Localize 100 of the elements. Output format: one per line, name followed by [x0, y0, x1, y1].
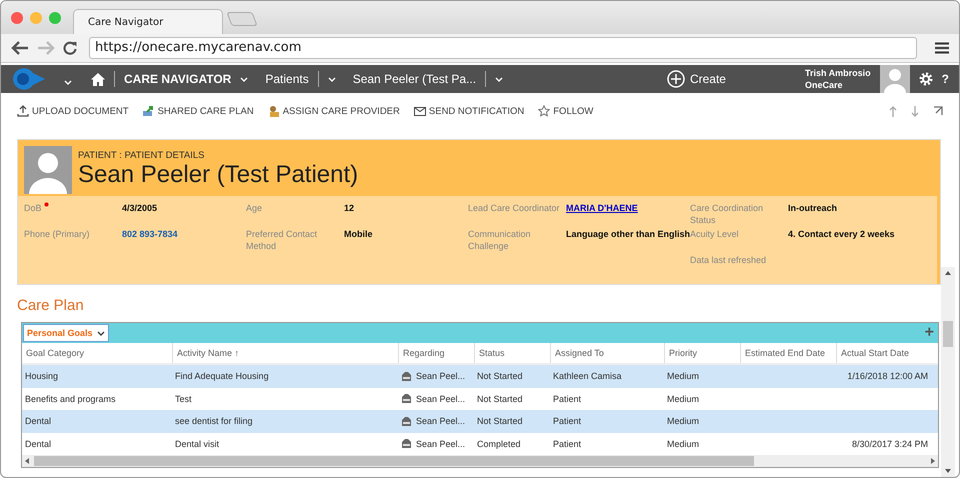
command-button[interactable]: UPLOAD DOCUMENT [17, 105, 129, 117]
field-value: 4/3/2005 [122, 202, 158, 215]
scroll-down-icon[interactable] [943, 467, 953, 475]
entity-breadcrumb: PATIENT : PATIENT DETAILS [78, 150, 206, 161]
user-organization: OneCare [804, 79, 844, 91]
scroll-up-icon[interactable] [943, 269, 953, 277]
table-cell: Medium [667, 416, 700, 426]
field-label: Communication Challenge [468, 228, 532, 252]
section-title: Care Plan [17, 297, 85, 314]
patient-name: Sean Peeler (Test Patient) [78, 161, 358, 189]
phone-link[interactable]: 802 893-7834 [122, 228, 246, 254]
table-cell: Not Started [477, 416, 523, 426]
record-link[interactable]: Sean Peeler (Test Pa... [352, 72, 476, 86]
table-row[interactable]: Benefits and programs Test Sean Peel... Not Started Patient Medium [22, 388, 938, 410]
table-row[interactable]: Dental Dental visit Sean Peel... Completed Patient Medium 8/30/2017 3:24 PM [22, 432, 938, 455]
table-cell: Patient [553, 416, 582, 426]
menu-icon[interactable] [935, 42, 949, 54]
column-header[interactable]: Priority [664, 343, 740, 363]
command-button[interactable]: ASSIGN CARE PROVIDER [268, 105, 400, 117]
table-cell: Completed [477, 438, 521, 449]
record-icon [401, 393, 412, 404]
column-header[interactable]: Goal Category [22, 343, 172, 363]
table-cell: Sean Peel... [416, 416, 466, 426]
field-value: 4. Contact every 2 weeks [788, 228, 896, 241]
table-cell: Dental visit [175, 438, 220, 449]
table-cell: Sean Peel... [416, 371, 466, 382]
table-cell: Housing [25, 371, 58, 382]
area-link[interactable]: Patients [265, 72, 309, 86]
back-icon[interactable] [11, 41, 29, 55]
column-header[interactable]: Activity Name ↑ [172, 343, 398, 363]
required-icon [44, 202, 49, 207]
table-row[interactable]: Housing Find Adequate Housing Sean Peel... Not Started Kathleen Camisa Medium 1/16/2018 12:00 AM [22, 365, 938, 388]
horizontal-scrollbar[interactable] [34, 456, 754, 466]
people-icon [268, 105, 280, 117]
field-value: Mobile [344, 228, 374, 241]
table-cell: Benefits and programs [25, 394, 116, 404]
user-name: Trish Ambrosio [804, 67, 871, 79]
command-button[interactable]: FOLLOW [538, 105, 594, 117]
coordinator-link[interactable]: MARIA D'HAENE [566, 202, 690, 228]
field-label: Data last refreshed [690, 254, 766, 266]
field-label: Age [246, 202, 262, 214]
record-icon [401, 438, 412, 450]
table-cell: Medium [667, 394, 700, 404]
table-cell: 8/30/2017 3:24 PM [852, 438, 928, 449]
column-header[interactable]: Status [474, 343, 550, 363]
plus-circle-icon [666, 70, 685, 88]
vertical-scrollbar[interactable] [943, 321, 953, 347]
table-row[interactable]: Dental see dentist for filing Sean Peel... Not Started Patient Medium [22, 410, 938, 432]
home-icon[interactable] [91, 72, 105, 86]
field-label: Preferred Contact Method [246, 228, 318, 252]
table-cell: Sean Peel... [416, 394, 466, 404]
field-label: Lead Care Coordinator [468, 202, 560, 214]
table-cell: Patient [553, 438, 582, 449]
help-button[interactable]: ? [942, 72, 949, 86]
field-value: In-outreach [788, 202, 838, 215]
create-button[interactable]: Create [666, 70, 726, 88]
star-icon [538, 105, 550, 117]
record-icon [401, 416, 412, 427]
field-label: Acuity Level [690, 228, 739, 240]
column-header[interactable]: Actual Start Date [836, 343, 934, 363]
reload-icon[interactable] [63, 41, 77, 55]
caret-icon[interactable] [240, 76, 248, 82]
caret-icon[interactable] [495, 76, 504, 82]
table-cell: Not Started [477, 394, 523, 404]
table-cell: see dentist for filing [175, 416, 253, 426]
table-cell: Not Started [477, 371, 523, 382]
upload-icon [17, 105, 29, 117]
table-cell: Test [175, 394, 192, 404]
table-cell: 1/16/2018 12:00 AM [847, 371, 928, 382]
command-button[interactable]: SHARED CARE PLAN [142, 105, 254, 117]
table-cell: Find Adequate Housing [175, 371, 269, 382]
column-header[interactable]: Estimated End Date [740, 343, 836, 363]
envelope-icon [414, 105, 426, 117]
share-icon [142, 105, 155, 117]
close-light-icon[interactable] [11, 12, 23, 24]
table-cell: Dental [25, 438, 52, 449]
patient-photo-icon [24, 146, 72, 194]
caret-icon[interactable] [64, 80, 72, 84]
field-label: Phone (Primary) [24, 228, 90, 240]
address-field[interactable]: https://onecare.mycarenav.com [89, 37, 917, 59]
table-cell: Kathleen Camisa [553, 371, 622, 382]
command-button[interactable]: SEND NOTIFICATION [414, 105, 524, 117]
field-value: 12 [344, 202, 356, 215]
field-value: Language other than English [566, 228, 690, 241]
add-button[interactable]: + [924, 324, 938, 342]
column-header[interactable]: Assigned To [550, 343, 664, 363]
table-cell: Sean Peel... [416, 438, 466, 449]
settings-icon[interactable] [918, 72, 933, 86]
field-label: Care Coordination Status [690, 202, 764, 226]
expand-icon[interactable] [933, 106, 943, 116]
app-menu[interactable]: CARE NAVIGATOR [124, 72, 232, 86]
browser-tab[interactable]: Care Navigator [73, 9, 223, 34]
field-label: DoB [24, 202, 42, 214]
record-icon [401, 370, 412, 382]
table-cell: Medium [667, 371, 700, 382]
caret-icon[interactable] [328, 76, 336, 82]
table-cell: Medium [667, 438, 700, 449]
column-header[interactable]: Regarding [398, 343, 474, 363]
caret-icon [96, 330, 105, 336]
table-cell: Dental [25, 416, 52, 426]
